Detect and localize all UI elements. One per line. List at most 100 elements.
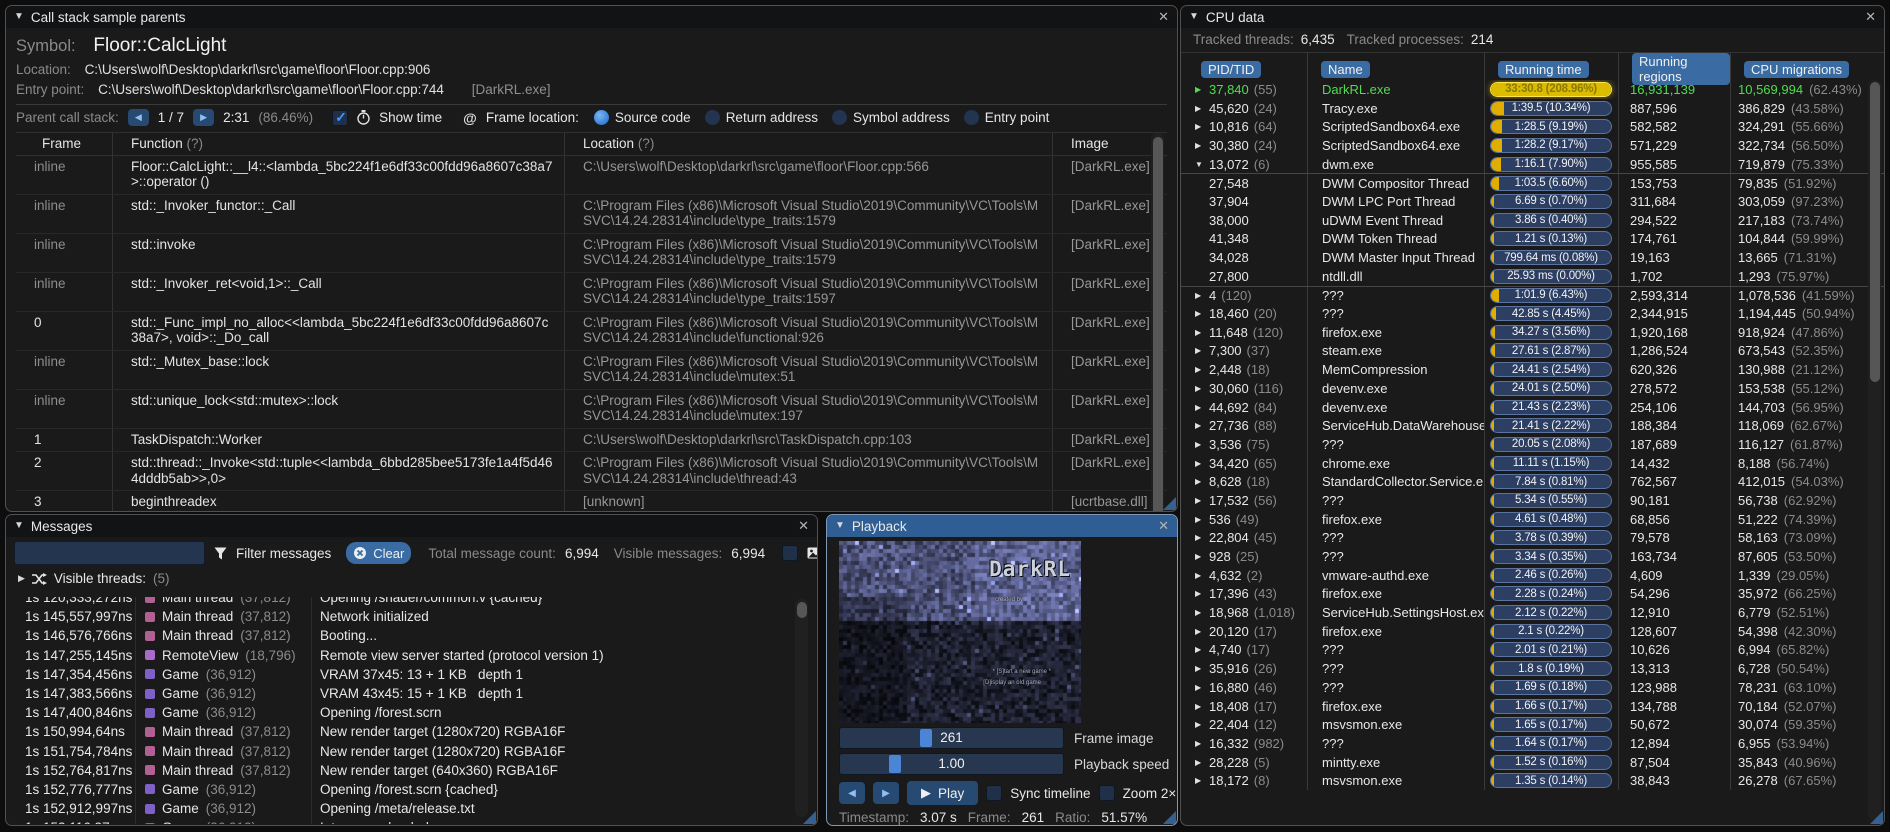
cpu-table-row[interactable]: ▶ 8,628 (18) StandardCollector.Service.e… — [1181, 472, 1884, 492]
cpu-table-row[interactable]: ▶ 28,228 (5) mintty.exe 1.52 s (0.16%) 8… — [1181, 752, 1884, 772]
collapse-arrow-icon[interactable]: ▼ — [14, 521, 24, 531]
step-forward-button[interactable]: ▶ — [873, 782, 899, 804]
message-row[interactable]: 1s 152,764,817ns Main thread (37,812) Ne… — [7, 760, 816, 780]
show-time-checkbox[interactable] — [332, 109, 349, 126]
resize-grip[interactable] — [1163, 497, 1176, 510]
frame-location-option[interactable]: Return address — [704, 110, 818, 125]
play-button[interactable]: ▶ Play — [907, 781, 979, 805]
callstack-row[interactable]: 3 beginthreadex [unknown] [ucrtbase.dll] — [16, 490, 1167, 511]
message-row[interactable]: 1s 152,776,777ns Game (36,912) Opening /… — [7, 779, 816, 800]
expand-arrow-icon[interactable]: ▶ — [1195, 459, 1209, 468]
expand-arrow-icon[interactable]: ▶ — [1195, 104, 1209, 113]
clear-button[interactable]: Clear — [346, 542, 412, 564]
radio-icon[interactable] — [593, 110, 609, 125]
cpu-titlebar[interactable]: ▼ CPU data — [1181, 6, 1884, 28]
function-name[interactable]: std::_Mutex_base::lock — [112, 350, 564, 389]
message-row[interactable]: 1s 147,400,846ns Game (36,912) Opening /… — [7, 703, 816, 723]
messages-list[interactable]: 1s 120,333,272ns Main thread (37,812) Op… — [7, 597, 816, 824]
callstack-row[interactable]: inline std::invoke C:\Program Files (x86… — [16, 232, 1167, 272]
expand-arrow-icon[interactable]: ▶ — [1195, 496, 1209, 505]
cpu-table-row[interactable]: ▶ 16,880 (46) ??? 1.69 s (0.18%) 123,988… — [1181, 678, 1884, 697]
expand-arrow-icon[interactable]: ▶ — [1195, 571, 1209, 580]
expand-arrow-icon[interactable]: ▶ — [1195, 477, 1209, 486]
expand-arrow-icon[interactable]: ▶ — [1195, 627, 1209, 636]
radio-icon[interactable] — [963, 110, 979, 125]
collapse-arrow-icon[interactable]: ▼ — [835, 521, 845, 531]
function-name[interactable]: beginthreadex — [112, 491, 564, 511]
callstack-row[interactable]: 0 std::_Func_impl_no_alloc<<lambda_5bc22… — [16, 310, 1167, 350]
message-row[interactable]: 1s 151,754,784ns Main thread (37,812) Ne… — [7, 741, 816, 761]
function-name[interactable]: std::unique_lock<std::mutex>::lock — [112, 389, 564, 428]
cpu-table-row[interactable]: ▶ 22,804 (45) ??? 3.78 s (0.39%) 79,578 … — [1181, 528, 1884, 548]
expand-arrow-icon[interactable]: ▶ — [1195, 552, 1209, 561]
callstack-row[interactable]: 2 std::thread::_Invoke<std::tuple<<lambd… — [16, 451, 1167, 490]
function-name[interactable]: std::_Invoker_functor::_Call — [112, 194, 564, 233]
callstack-row[interactable]: inline std::_Mutex_base::lock C:\Program… — [16, 349, 1167, 389]
message-row[interactable]: 1s 145,557,997ns Main thread (37,812) Ne… — [7, 607, 816, 627]
expand-arrow-icon[interactable]: ▶ — [1195, 702, 1209, 711]
cpu-table[interactable]: ▶ 37,840 (55) DarkRL.exe 33:30.8 (208.96… — [1181, 80, 1884, 824]
callstack-titlebar[interactable]: ▼ Call stack sample parents — [6, 6, 1177, 28]
resize-grip[interactable] — [1870, 811, 1883, 824]
scrollbar-thumb[interactable] — [796, 602, 807, 618]
message-row[interactable]: 1s 147,383,566ns Game (36,912) VRAM 43x4… — [7, 683, 816, 704]
expand-arrow-icon[interactable]: ▶ — [1195, 608, 1209, 617]
frame-location-option[interactable]: Symbol address — [832, 110, 950, 125]
cpu-table-row[interactable]: ▶ 10,816 (64) ScriptedSandbox64.exe 1:28… — [1181, 117, 1884, 137]
expand-arrow-icon[interactable]: ▶ — [1195, 739, 1209, 748]
expand-arrow-icon[interactable]: ▶ — [1195, 776, 1209, 785]
expand-arrow-icon[interactable]: ▶ — [1195, 440, 1209, 449]
cpu-table-row[interactable]: ▶ 4,632 (2) vmware-authd.exe 2.46 s (0.2… — [1181, 565, 1884, 585]
message-row[interactable]: 1s 152,912,997ns Game (36,912) Opening /… — [7, 799, 816, 819]
expand-arrow-icon[interactable]: ▶ — [18, 573, 25, 584]
message-filter-input[interactable] — [14, 541, 205, 565]
expand-arrow-icon[interactable]: ▶ — [1195, 720, 1209, 729]
callstack-row[interactable]: inline std::unique_lock<std::mutex>::loc… — [16, 388, 1167, 428]
cpu-table-row[interactable]: 34,028 DWM Master Input Thread 799.64 ms… — [1181, 248, 1884, 267]
expand-arrow-icon[interactable]: ▶ — [1195, 758, 1209, 767]
expand-arrow-icon[interactable]: ▶ — [1195, 645, 1209, 654]
pid-column-button[interactable]: PID/TID — [1201, 60, 1262, 78]
callstack-row[interactable]: inline std::_Invoker_functor::_Call C:\P… — [16, 193, 1167, 233]
zoom-checkbox[interactable] — [1098, 785, 1115, 801]
show-images-checkbox[interactable] — [782, 545, 799, 561]
cpu-migrations-column-button[interactable]: CPU migrations — [1744, 60, 1850, 78]
cpu-table-row[interactable]: ▶ 536 (49) firefox.exe 4.61 s (0.48%) 68… — [1181, 509, 1884, 529]
cpu-table-row[interactable]: ▶ 30,060 (116) devenv.exe 24.01 s (2.50%… — [1181, 379, 1884, 398]
playback-titlebar[interactable]: ▼ Playback — [827, 515, 1177, 537]
messages-scrollbar[interactable] — [795, 599, 808, 817]
frame-location-option[interactable]: Source code — [593, 110, 691, 125]
expand-arrow-icon[interactable]: ▶ — [1195, 515, 1209, 524]
function-name[interactable]: Floor::CalcLight::__l4::<lambda_5bc224f1… — [112, 155, 564, 194]
cpu-table-row[interactable]: ▶ 34,420 (65) chrome.exe 11.11 s (1.15%)… — [1181, 453, 1884, 473]
callstack-row[interactable]: inline std::_Invoker_ret<void,1>::_Call … — [16, 271, 1167, 311]
message-row[interactable]: 1s 150,994,64ns Main thread (37,812) New… — [7, 722, 816, 742]
close-icon[interactable] — [1158, 518, 1169, 534]
resize-grip[interactable] — [1163, 811, 1176, 824]
running-time-column-button[interactable]: Running time — [1498, 60, 1589, 78]
expand-arrow-icon[interactable]: ▶ — [1195, 683, 1209, 692]
expand-arrow-icon[interactable]: ▶ — [1195, 122, 1209, 131]
function-name[interactable]: std::invoke — [112, 233, 564, 272]
expand-arrow-icon[interactable]: ▼ — [1195, 160, 1209, 169]
playback-speed-slider[interactable]: 1.00 — [839, 753, 1064, 775]
message-row[interactable]: 1s 146,576,766ns Main thread (37,812) Bo… — [7, 626, 816, 646]
message-row[interactable]: 1s 147,255,145ns RemoteView (18,796) Rem… — [7, 645, 816, 665]
cpu-table-row[interactable]: 37,904 DWM LPC Port Thread 6.69 s (0.70%… — [1181, 192, 1884, 211]
scrollbar-thumb[interactable] — [1152, 137, 1163, 511]
function-name[interactable]: std::_Func_impl_no_alloc<<lambda_5bc224f… — [112, 311, 564, 350]
name-column-button[interactable]: Name — [1321, 60, 1370, 78]
message-row[interactable]: 1s 120,333,272ns Main thread (37,812) Op… — [7, 597, 816, 608]
visible-threads-expander[interactable]: ▶ Visible threads: (5) — [6, 569, 817, 589]
step-back-button[interactable]: ◀ — [839, 782, 865, 804]
cpu-scrollbar[interactable] — [1868, 80, 1881, 820]
cpu-table-row[interactable]: 27,548 DWM Compositor Thread 1:03.5 (6.6… — [1181, 173, 1884, 193]
close-icon[interactable] — [1865, 9, 1876, 25]
collapse-arrow-icon[interactable]: ▼ — [14, 12, 24, 22]
cpu-table-row[interactable]: ▶ 7,300 (37) steam.exe 27.61 s (2.87%) 1… — [1181, 341, 1884, 361]
resize-grip[interactable] — [803, 811, 816, 824]
message-row[interactable]: 1s 153,116,37ns Game (36,912) Intro menu… — [7, 818, 816, 824]
close-icon[interactable] — [1158, 9, 1169, 25]
callstack-table-header[interactable]: Frame Function (?) Location (?) Image — [16, 133, 1167, 156]
cpu-table-row[interactable]: ▶ 18,408 (17) firefox.exe 1.66 s (0.17%)… — [1181, 696, 1884, 716]
